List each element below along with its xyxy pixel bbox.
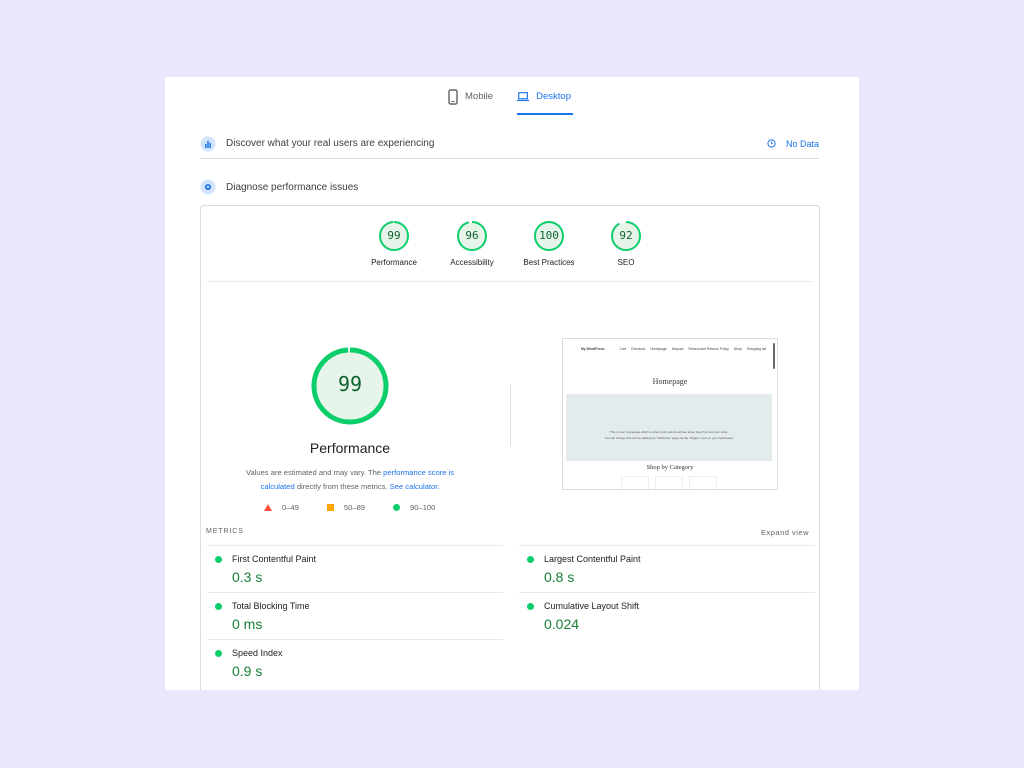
tab-mobile[interactable]: Mobile xyxy=(448,89,493,115)
metric-value: 0.3 s xyxy=(232,569,263,585)
real-users-section: Discover what your real users are experi… xyxy=(200,129,819,159)
see-calculator-link[interactable]: See calculator. xyxy=(390,482,440,491)
gauge-score: 96 xyxy=(465,229,479,242)
preview-nav: My WordPress Cart Checkout Homepage Moyv… xyxy=(581,347,767,351)
legend-fail-range: 0–49 xyxy=(282,503,299,512)
preview-brand: My WordPress xyxy=(581,347,605,351)
preview-page-title: Homepage xyxy=(652,377,688,386)
preview-scrollbar xyxy=(773,343,775,369)
preview-nav-item: Checkout xyxy=(630,347,646,351)
metric-tbt: Total Blocking Time 0 ms xyxy=(207,592,503,639)
tab-desktop[interactable]: Desktop xyxy=(517,89,573,115)
preview-hero-line: This is your homepage which is what most… xyxy=(609,430,729,434)
lighthouse-icon xyxy=(200,179,216,195)
clock-icon xyxy=(767,139,776,148)
performance-title: Performance xyxy=(309,440,391,456)
pass-circle-icon xyxy=(527,603,534,610)
gauge-accessibility[interactable]: 96 Accessibility xyxy=(437,220,507,267)
category-gauges: 99 Performance 96 Accessibility 100 Best… xyxy=(207,206,813,282)
preview-product-tile xyxy=(621,476,649,489)
metrics-header: METRICS xyxy=(206,528,244,535)
score-note: Values are estimated and may vary. The p… xyxy=(229,466,471,494)
pass-circle-icon xyxy=(215,556,222,563)
metric-value: 0.024 xyxy=(544,616,580,632)
preview-nav-item: Homepage xyxy=(650,347,667,351)
square-icon xyxy=(326,504,334,511)
gauge-score: 100 xyxy=(539,229,559,242)
preview-shop-title: Shop by Category xyxy=(646,464,694,471)
gauge-score: 92 xyxy=(619,229,633,242)
circle-icon xyxy=(393,504,401,511)
pass-circle-icon xyxy=(215,603,222,610)
score-legend: 0–49 50–89 90–100 xyxy=(264,503,435,512)
diagnose-title: Diagnose performance issues xyxy=(226,181,359,193)
vertical-divider xyxy=(510,384,511,446)
performance-gauge-large: 99 xyxy=(310,346,390,426)
tab-desktop-label: Desktop xyxy=(536,91,571,102)
legend-pass: 90–100 xyxy=(393,503,435,512)
preview-nav-item: Refund and Returns Policy xyxy=(688,347,729,351)
smartphone-icon xyxy=(448,89,458,105)
metric-lcp: Largest Contentful Paint 0.8 s xyxy=(519,545,815,592)
gauge-seo[interactable]: 92 SEO xyxy=(591,220,661,267)
pass-circle-icon xyxy=(527,556,534,563)
page-screenshot-preview: My WordPress Cart Checkout Homepage Moyv… xyxy=(562,338,778,490)
lighthouse-report: 99 Performance 96 Accessibility 100 Best… xyxy=(200,205,820,690)
crux-users-icon xyxy=(200,136,216,152)
metric-name: Total Blocking Time xyxy=(232,601,310,611)
triangle-icon xyxy=(264,504,272,511)
preview-hero-line: You can change this text by editing the … xyxy=(604,436,734,440)
laptop-icon xyxy=(517,92,530,102)
metric-value: 0.9 s xyxy=(232,663,263,679)
legend-pass-range: 90–100 xyxy=(410,503,436,512)
device-tabs: Mobile Desktop xyxy=(165,89,859,115)
gauge-score: 99 xyxy=(387,229,401,242)
diagnose-section: Diagnose performance issues xyxy=(200,177,819,197)
metric-si: Speed Index 0.9 s xyxy=(207,639,503,686)
preview-product-tile xyxy=(689,476,717,489)
gauge-performance[interactable]: 99 Performance xyxy=(359,220,429,267)
preview-hero: This is your homepage which is what most… xyxy=(566,394,772,461)
preview-product-tile xyxy=(655,476,683,489)
preview-nav-item: Shopping list xyxy=(746,347,767,351)
gauge-label: Accessibility xyxy=(450,258,494,267)
note-prefix: Values are estimated and may vary. The xyxy=(245,468,384,477)
preview-nav-item: Moyvax xyxy=(671,347,684,351)
real-users-title: Discover what your real users are experi… xyxy=(226,138,435,149)
legend-fail: 0–49 xyxy=(264,503,299,512)
metric-cls: Cumulative Layout Shift 0.024 xyxy=(519,592,815,639)
metric-value: 0 ms xyxy=(232,616,263,632)
tab-mobile-label: Mobile xyxy=(465,91,493,102)
preview-nav-item: Cart xyxy=(619,347,626,351)
no-data-status: No Data xyxy=(767,139,819,149)
pass-circle-icon xyxy=(215,650,222,657)
legend-average-range: 50–89 xyxy=(343,503,366,512)
expand-view-toggle[interactable]: Expand view xyxy=(761,528,809,537)
large-score: 99 xyxy=(337,372,363,396)
note-middle: directly from these metrics. xyxy=(294,482,390,491)
metric-value: 0.8 s xyxy=(544,569,575,585)
legend-average: 50–89 xyxy=(326,503,366,512)
no-data-label: No Data xyxy=(785,138,819,149)
metric-name: Largest Contentful Paint xyxy=(544,554,641,564)
gauge-label: Best Practices xyxy=(523,258,575,267)
gauge-label: Performance xyxy=(371,258,417,267)
pagespeed-card: Mobile Desktop Discover what your real u… xyxy=(165,77,859,690)
metric-name: Cumulative Layout Shift xyxy=(544,601,640,611)
gauge-label: SEO xyxy=(617,258,635,267)
preview-nav-item: Shop xyxy=(733,347,742,351)
metric-fcp: First Contentful Paint 0.3 s xyxy=(207,545,503,592)
metric-name: Speed Index xyxy=(232,648,283,658)
metric-name: First Contentful Paint xyxy=(232,554,317,564)
gauge-best-practices[interactable]: 100 Best Practices xyxy=(514,220,584,267)
